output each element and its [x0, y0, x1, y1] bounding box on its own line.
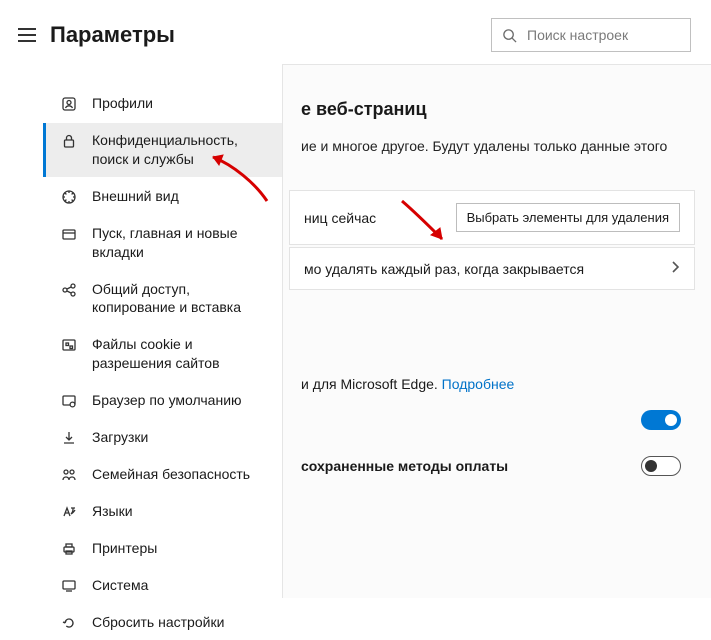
reset-icon: [60, 614, 78, 632]
content-area: е веб-страниц ие и многое другое. Будут …: [282, 64, 711, 598]
toggle-row-1: [289, 392, 695, 438]
sidebar-item-downloads[interactable]: Загрузки: [43, 420, 282, 455]
search-icon: [502, 28, 517, 43]
sidebar: Профили Конфиденциальность, поиск и служ…: [0, 64, 282, 598]
profile-icon: [60, 95, 78, 113]
sidebar-item-languages[interactable]: Языки: [43, 494, 282, 529]
sidebar-item-family[interactable]: Семейная безопасность: [43, 457, 282, 492]
download-icon: [60, 429, 78, 447]
sidebar-item-label: Сбросить настройки: [92, 613, 224, 632]
toggle-2-label: сохраненные методы оплаты: [301, 458, 508, 474]
languages-icon: [60, 503, 78, 521]
sidebar-item-cookies[interactable]: Файлы cookie и разрешения сайтов: [43, 327, 282, 381]
sidebar-item-label: Файлы cookie и разрешения сайтов: [92, 335, 268, 373]
sidebar-item-label: Загрузки: [92, 428, 148, 447]
sidebar-item-system[interactable]: Система: [43, 568, 282, 603]
toggle-2[interactable]: [641, 456, 681, 476]
hamburger-menu-icon[interactable]: [18, 28, 36, 42]
appearance-icon: [60, 188, 78, 206]
page-title: Параметры: [50, 22, 175, 48]
family-icon: [60, 466, 78, 484]
system-icon: [60, 577, 78, 595]
services-text: и для Microsoft Edge. Подробнее: [289, 376, 695, 392]
sidebar-item-printers[interactable]: Принтеры: [43, 531, 282, 566]
printer-icon: [60, 540, 78, 558]
section-description: ие и многое другое. Будут удалены только…: [289, 138, 695, 154]
sidebar-item-label: Профили: [92, 94, 153, 113]
clear-now-label: ниц сейчас: [304, 210, 376, 226]
annotation-arrow-2: [396, 195, 452, 252]
sidebar-item-label: Общий доступ, копирование и вставка: [92, 280, 268, 318]
toggle-1[interactable]: [641, 410, 681, 430]
choose-what-to-clear-button[interactable]: Выбрать элементы для удаления: [456, 203, 680, 232]
sidebar-item-label: Внешний вид: [92, 187, 179, 206]
sidebar-item-label: Языки: [92, 502, 133, 521]
default-browser-icon: [60, 392, 78, 410]
tab-icon: [60, 225, 78, 243]
lock-icon: [60, 132, 78, 150]
sidebar-item-label: Пуск, главная и новые вкладки: [92, 224, 268, 262]
section-heading: е веб-страниц: [289, 99, 695, 120]
clear-on-close-label: мо удалять каждый раз, когда закрывается: [304, 261, 584, 277]
clear-now-row: ниц сейчас Выбрать элементы для удаления: [289, 190, 695, 245]
sidebar-item-label: Принтеры: [92, 539, 157, 558]
sidebar-item-default-browser[interactable]: Браузер по умолчанию: [43, 383, 282, 418]
share-icon: [60, 281, 78, 299]
cookie-icon: [60, 336, 78, 354]
toggle-row-2: сохраненные методы оплаты: [289, 438, 695, 484]
sidebar-item-share-copy[interactable]: Общий доступ, копирование и вставка: [43, 272, 282, 326]
sidebar-item-profiles[interactable]: Профили: [43, 86, 282, 121]
annotation-arrow-1: [205, 153, 275, 212]
search-input[interactable]: Поиск настроек: [491, 18, 691, 52]
sidebar-item-label: Семейная безопасность: [92, 465, 250, 484]
sidebar-item-reset[interactable]: Сбросить настройки: [43, 605, 282, 640]
sidebar-item-label: Браузер по умолчанию: [92, 391, 242, 410]
learn-more-link[interactable]: Подробнее: [442, 376, 515, 392]
sidebar-item-label: Система: [92, 576, 148, 595]
clear-on-close-row[interactable]: мо удалять каждый раз, когда закрывается: [289, 247, 695, 290]
chevron-right-icon: [670, 260, 680, 277]
search-placeholder: Поиск настроек: [527, 27, 628, 43]
sidebar-item-start-home[interactable]: Пуск, главная и новые вкладки: [43, 216, 282, 270]
